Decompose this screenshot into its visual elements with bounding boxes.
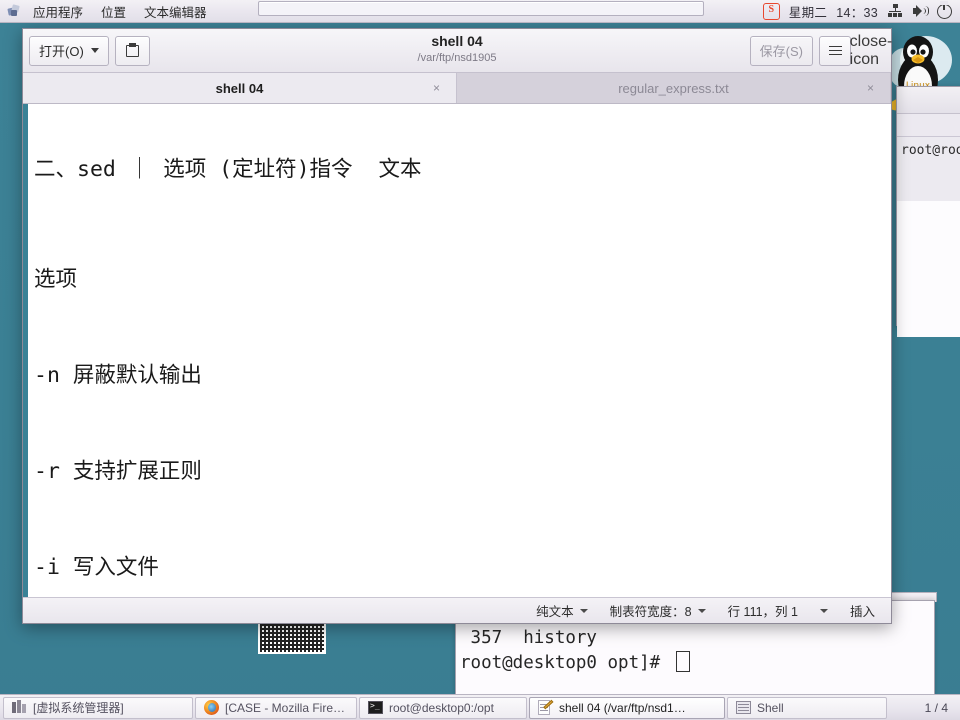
background-window-titlebar [897,87,960,114]
virtual-machine-manager-icon [12,700,27,715]
taskbar-item-label: Shell [757,700,784,715]
gedit-statusbar: 纯文本 制表符宽度：8 行 111，列 1 插入 [23,597,891,623]
menu-text-editor[interactable]: 文本编辑器 [135,0,216,23]
open-button[interactable]: 打开(O) [29,35,109,66]
background-window-text: root@room [897,137,960,201]
block-cursor [675,651,690,672]
chevron-down-icon [819,608,828,613]
open-button-label: 打开(O) [39,44,84,59]
taskbar-item-terminal[interactable]: root@desktop0:/opt [359,696,527,719]
chevron-down-icon [697,608,706,613]
qr-code-image [258,620,326,654]
tab-regular-express[interactable]: regular_express.txt × [457,73,891,103]
chevron-down-icon [579,608,588,613]
taskbar-item-label: shell 04 (/var/ftp/nsd1… [559,700,686,715]
terminal-prompt-line: root@desktop0 opt]# [460,651,930,676]
tab-close-icon[interactable]: × [867,81,874,95]
background-terminal-window-right[interactable]: root@room [896,86,960,337]
tab-label: shell 04 [215,80,264,96]
power-icon[interactable] [937,1,952,19]
text-line: -r 支持扩展正则 [34,459,202,484]
panel-input-bar[interactable] [258,1,704,16]
status-format[interactable]: 纯文本 [536,601,588,620]
volume-icon[interactable] [912,4,929,18]
terminal-icon [368,700,383,715]
terminal-prompt-text: root@desktop0 opt]# [460,653,671,673]
status-tab-width[interactable]: 制表符宽度：8 [610,601,706,620]
screen: Linux root@room 356 sed -n '1,3p' txt 35… [0,0,960,720]
taskbar: [虚拟系统管理器] [CASE - Mozilla Firefox] root@… [0,694,960,720]
taskbar-item-label: [CASE - Mozilla Firefox] [225,700,348,715]
text-line: 二、sed ｜ 选项 (定址符)指令 文本 [34,157,422,182]
status-position-label: 行 111，列 1 [727,605,798,619]
gedit-headerbar: 打开(O) shell 04 /var/ftp/nsd1905 保存(S) cl… [23,29,893,73]
gedit-icon [538,699,554,715]
status-insert-mode: 插入 [849,605,875,619]
background-window-tabs [897,114,960,137]
save-button[interactable]: 保存(S) [749,35,813,66]
background-window-body [897,201,960,337]
tab-label: regular_express.txt [618,80,729,96]
network-icon[interactable] [887,4,903,18]
sogou-input-icon[interactable]: S [762,2,780,20]
gedit-tabbar: shell 04 × regular_express.txt × [23,73,891,104]
close-button[interactable]: close-icon [850,33,893,68]
tab-close-icon[interactable]: × [433,81,440,95]
text-line: -n 屏蔽默认输出 [34,363,202,388]
applications-icon[interactable] [7,4,22,18]
menu-places[interactable]: 位置 [92,0,135,23]
gedit-text-area[interactable]: 二、sed ｜ 选项 (定址符)指令 文本 选项 -n 屏蔽默认输出 -r 支持… [23,104,891,597]
text-line: -i 写入文件 [34,555,159,580]
shell-window-icon [736,700,751,715]
taskbar-item-gedit[interactable]: shell 04 (/var/ftp/nsd1… [529,696,725,719]
workspace-pager[interactable]: 1 / 4 [915,701,958,715]
taskbar-item-firefox[interactable]: [CASE - Mozilla Firefox] [195,696,357,719]
taskbar-item-vmm[interactable]: [虚拟系统管理器] [3,696,193,719]
clock-day[interactable]: 星期二 [789,2,827,21]
clock-time[interactable]: 14：33 [836,2,878,21]
save-as-button[interactable] [114,35,150,66]
gedit-window: 打开(O) shell 04 /var/ftp/nsd1905 保存(S) cl… [22,28,892,624]
text-line: 选项 [34,267,78,292]
top-panel: 应用程序 位置 文本编辑器 S 星期二 14：33 [0,0,960,23]
save-as-icon [125,43,140,58]
status-tab-width-label: 制表符宽度：8 [609,605,692,619]
status-format-label: 纯文本 [536,605,574,619]
hamburger-menu-button[interactable] [819,35,851,66]
chevron-down-icon [90,48,99,53]
menu-applications[interactable]: 应用程序 [24,0,92,23]
taskbar-item-shell[interactable]: Shell [727,696,887,719]
status-position[interactable]: 行 111，列 1 [728,601,828,620]
tab-shell-04[interactable]: shell 04 × [23,73,457,103]
document-text[interactable]: 二、sed ｜ 选项 (定址符)指令 文本 选项 -n 屏蔽默认输出 -r 支持… [28,104,891,597]
terminal-line: 357 history [460,628,597,648]
hamburger-menu-icon [828,43,842,57]
taskbar-item-label: [虚拟系统管理器] [33,701,124,715]
firefox-icon [204,700,219,715]
taskbar-item-label: root@desktop0:/opt [389,700,494,715]
